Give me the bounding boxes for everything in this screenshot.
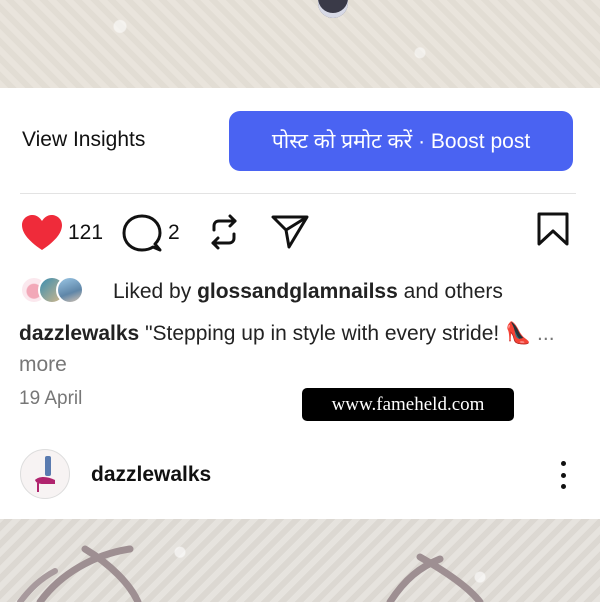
dot [560,484,566,489]
comment-count[interactable]: 2 [168,221,180,245]
more-options-icon[interactable] [556,461,570,489]
post-image-next[interactable] [0,519,600,602]
divider [20,193,576,194]
watermark-label: www.fameheld.com [302,388,514,421]
dot [560,461,566,466]
like-count[interactable]: 121 [68,221,103,245]
caption-username[interactable]: dazzlewalks [19,322,139,345]
avatar[interactable] [20,449,70,499]
liked-by-avatars[interactable] [20,274,84,306]
comment-icon[interactable] [122,214,162,252]
post-author-username[interactable]: dazzlewalks [91,463,211,487]
post-image-top[interactable] [0,0,600,88]
view-insights-link[interactable]: View Insights [22,128,145,152]
shoe-image-part [318,0,348,18]
dot [560,472,566,478]
repost-icon[interactable] [205,213,243,251]
liked-by-prefix: Liked by [113,280,192,303]
liked-by-suffix[interactable]: and others [404,280,503,303]
heel-shoe-icon [35,456,55,492]
bookmark-icon[interactable] [536,211,570,247]
avatar [56,276,84,304]
caption-text: "Stepping up in style with every stride!… [145,322,532,345]
heart-filled-icon[interactable] [21,214,63,252]
boost-post-button[interactable]: पोस्ट को प्रमोट करें · Boost post [229,111,573,171]
post-caption[interactable]: dazzlewalks "Stepping up in style with e… [19,318,579,380]
liked-by-username[interactable]: glossandglamnailss [197,280,398,303]
sandal-straps-image [17,545,484,602]
share-icon[interactable] [270,212,310,250]
post-date: 19 April [19,388,83,409]
liked-by-text[interactable]: Liked by glossandglamnailss and others [113,280,503,304]
